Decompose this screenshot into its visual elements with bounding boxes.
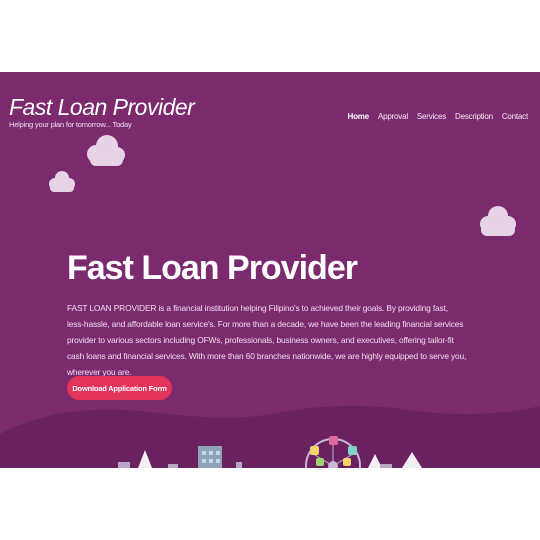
building-icon <box>236 462 242 468</box>
building-icon <box>168 464 178 468</box>
nav-description[interactable]: Description <box>455 112 493 121</box>
nav-services[interactable]: Services <box>417 112 446 121</box>
hero-description: FAST LOAN PROVIDER is a financial instit… <box>67 303 467 377</box>
cloud-icon <box>480 206 516 236</box>
brand[interactable]: Fast Loan Provider Helping your plan for… <box>9 94 195 129</box>
main-nav: Home Approval Services Description Conta… <box>348 112 529 121</box>
building-icon <box>198 446 222 468</box>
brand-tagline: Helping your plan for tomorrow... Today <box>9 120 132 129</box>
cloud-icon <box>87 135 125 166</box>
city-skyline <box>0 405 540 468</box>
building-icon <box>118 462 130 468</box>
nav-approval[interactable]: Approval <box>378 112 408 121</box>
building-icon <box>380 464 392 468</box>
hero-title: Fast Loan Provider <box>67 249 358 287</box>
nav-home[interactable]: Home <box>348 112 370 121</box>
cloud-icon <box>49 171 75 192</box>
brand-title[interactable]: Fast Loan Provider <box>9 94 195 120</box>
nav-contact[interactable]: Contact <box>502 112 528 121</box>
hero-section: Fast Loan Provider Helping your plan for… <box>0 72 540 468</box>
hill-shape <box>0 405 540 468</box>
